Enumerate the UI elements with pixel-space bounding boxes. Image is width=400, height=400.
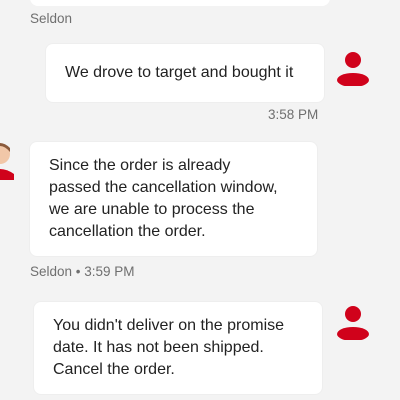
message-text: You didn't deliver on the promise date. … [53,317,285,378]
sender-timestamp: Seldon • 3:59 PM [30,264,135,279]
scrollbar[interactable] [396,0,400,400]
message-text: Since the order is already passed the ca… [49,157,278,240]
message-timestamp: 3:58 PM [268,107,319,122]
agent-avatar [0,143,14,180]
message-text: We drove to target and bought it [65,64,294,81]
sender-label: Seldon [30,11,73,26]
agent-message-bubble: Since the order is already passed the ca… [30,142,317,256]
previous-message-bubble [30,0,330,6]
user-message-bubble: We drove to target and bought it [46,44,324,102]
user-message-bubble: You didn't deliver on the promise date. … [34,302,322,394]
chat-screen: Seldon We drove to target and bought it … [0,0,400,400]
person-icon [337,306,369,340]
person-icon [337,52,369,86]
